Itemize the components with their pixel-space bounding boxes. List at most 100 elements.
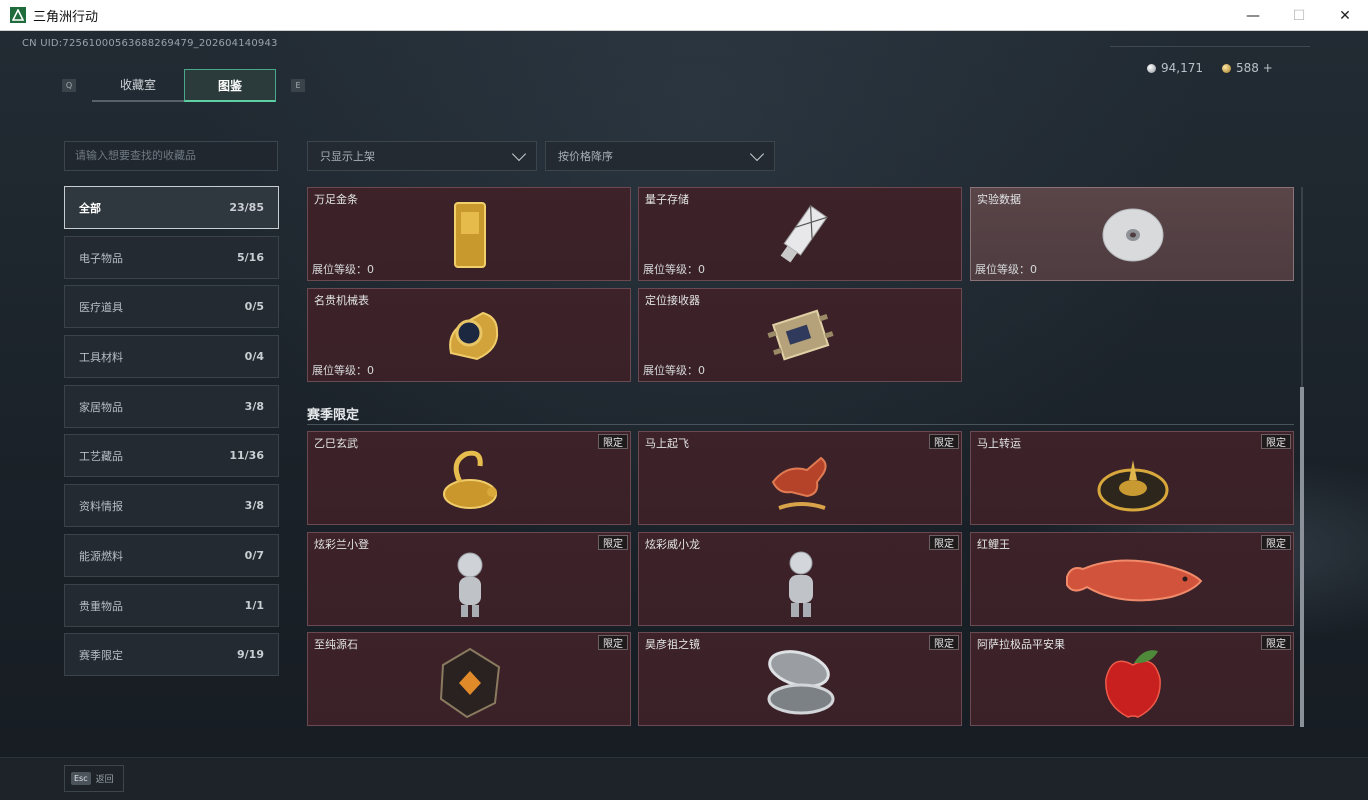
next-tab-key-hint: E <box>291 79 305 92</box>
category-label: 电子物品 <box>79 251 123 265</box>
back-label: 返回 <box>95 775 114 785</box>
item-name: 量子存储 <box>645 193 689 206</box>
category-count: 0/7 <box>244 549 264 562</box>
category-energy[interactable]: 能源燃料 0/7 <box>64 534 279 577</box>
tab-catalog[interactable]: 图鉴 <box>184 69 276 102</box>
header-divider <box>1110 46 1310 47</box>
season-item-card[interactable]: 炫彩兰小登 限定 <box>307 532 631 626</box>
chevron-down-icon <box>511 146 527 161</box>
category-count: 9/19 <box>237 648 264 661</box>
category-label: 资料情报 <box>79 499 123 513</box>
category-count: 5/16 <box>237 251 264 264</box>
season-item-card[interactable]: 马上转运 限定 <box>970 431 1294 525</box>
limited-badge: 限定 <box>929 635 959 650</box>
item-name: 马上转运 <box>977 437 1021 450</box>
item-level: 展位等级：0 <box>643 364 705 377</box>
minimize-button[interactable]: — <box>1230 0 1276 31</box>
search-input[interactable] <box>64 141 278 171</box>
window-titlebar: 三角洲行动 — ☐ ✕ <box>0 0 1368 31</box>
gold-currency[interactable]: 588 + <box>1222 61 1273 75</box>
item-name: 红鲤王 <box>977 538 1010 551</box>
season-item-card[interactable]: 红鲤王 限定 <box>970 532 1294 626</box>
item-level: 展位等级：0 <box>643 263 705 276</box>
category-household[interactable]: 家居物品 3/8 <box>64 385 279 428</box>
category-electronics[interactable]: 电子物品 5/16 <box>64 236 279 279</box>
category-tools[interactable]: 工具材料 0/4 <box>64 335 279 378</box>
tab-collection-room[interactable]: 收藏室 <box>92 69 184 102</box>
uid-label: CN UID:7256100056368826947​9_20260414094… <box>22 38 278 49</box>
limited-badge: 限定 <box>598 434 628 449</box>
category-label: 贵重物品 <box>79 599 123 613</box>
section-divider <box>307 424 1294 425</box>
season-item-card[interactable]: 至纯源石 限定 <box>307 632 631 726</box>
silver-coin-icon <box>1147 63 1156 73</box>
gold-bar-icon <box>454 202 486 268</box>
limited-badge: 限定 <box>1261 434 1291 449</box>
red-carp-icon <box>1066 559 1203 602</box>
season-item-card[interactable]: 阿萨拉极品平安果 限定 <box>970 632 1294 726</box>
gold-coin-icon <box>1222 63 1231 73</box>
item-card[interactable]: 量子存储 展位等级：0 <box>638 187 962 281</box>
season-item-card[interactable]: 炫彩威小龙 限定 <box>638 532 962 626</box>
limited-badge: 限定 <box>1261 635 1291 650</box>
item-name: 万足金条 <box>314 193 358 206</box>
item-name: 昊彦祖之镜 <box>645 638 700 651</box>
item-name: 炫彩威小龙 <box>645 538 700 551</box>
watch-icon <box>449 311 499 361</box>
season-item-card[interactable]: 乙巳玄武 限定 <box>307 431 631 525</box>
category-label: 全部 <box>79 201 101 215</box>
scrollbar-thumb[interactable] <box>1300 387 1304 727</box>
item-card[interactable]: 万足金条 展位等级：0 <box>307 187 631 281</box>
category-count: 11/36 <box>229 449 264 462</box>
category-count: 3/8 <box>244 400 264 413</box>
category-all[interactable]: 全部 23/85 <box>64 186 279 229</box>
silver-figurine-2-icon <box>789 551 813 617</box>
disc-icon <box>1102 208 1164 262</box>
receiver-icon <box>767 309 834 361</box>
category-label: 医疗道具 <box>79 300 123 314</box>
category-count: 0/4 <box>244 350 264 363</box>
category-valuables[interactable]: 贵重物品 1/1 <box>64 584 279 627</box>
red-horse-icon <box>771 456 827 510</box>
limited-badge: 限定 <box>1261 535 1291 550</box>
maximize-button[interactable]: ☐ <box>1276 0 1322 31</box>
category-medical[interactable]: 医疗道具 0/5 <box>64 285 279 328</box>
category-label: 工具材料 <box>79 350 123 364</box>
category-label: 能源燃料 <box>79 549 123 563</box>
limited-badge: 限定 <box>929 535 959 550</box>
compact-mirror-icon <box>767 650 835 715</box>
category-crafts[interactable]: 工艺藏品 11/36 <box>64 434 279 477</box>
item-name: 阿萨拉极品平安果 <box>977 638 1065 651</box>
back-button[interactable]: Esc 返回 <box>64 765 124 792</box>
close-button[interactable]: ✕ <box>1322 0 1368 31</box>
silver-amount: 94,171 <box>1161 61 1203 75</box>
shelf-filter-dropdown[interactable]: 只显示上架 <box>307 141 537 171</box>
season-item-card[interactable]: 马上起飞 限定 <box>638 431 962 525</box>
limited-badge: 限定 <box>598 635 628 650</box>
sort-dropdown[interactable]: 按价格降序 <box>545 141 775 171</box>
app-logo-icon <box>10 7 26 23</box>
category-count: 3/8 <box>244 499 264 512</box>
item-level: 展位等级：0 <box>312 263 374 276</box>
item-card[interactable]: 定位接收器 展位等级：0 <box>638 288 962 382</box>
item-card[interactable]: 名贵机械表 展位等级：0 <box>307 288 631 382</box>
esc-key-hint: Esc <box>71 772 91 785</box>
item-name: 乙巳玄武 <box>314 437 358 450</box>
season-item-card[interactable]: 昊彦祖之镜 限定 <box>638 632 962 726</box>
item-card[interactable]: 实验数据 展位等级：0 <box>970 187 1294 281</box>
golden-snake-turtle-icon <box>443 450 497 509</box>
category-count: 1/1 <box>244 599 264 612</box>
item-name: 定位接收器 <box>645 294 700 307</box>
source-stone-icon <box>439 647 501 719</box>
category-season-limited[interactable]: 赛季限定 9/19 <box>64 633 279 676</box>
category-label: 家居物品 <box>79 400 123 414</box>
item-name: 实验数据 <box>977 193 1021 206</box>
sort-value: 按价格降序 <box>558 150 613 163</box>
category-count: 23/85 <box>229 201 264 214</box>
red-apple-icon <box>1105 650 1161 718</box>
shelf-filter-value: 只显示上架 <box>320 150 375 163</box>
category-intel[interactable]: 资料情报 3/8 <box>64 484 279 527</box>
window-title: 三角洲行动 <box>33 9 99 25</box>
gold-amount: 588 + <box>1236 61 1273 75</box>
limited-badge: 限定 <box>598 535 628 550</box>
